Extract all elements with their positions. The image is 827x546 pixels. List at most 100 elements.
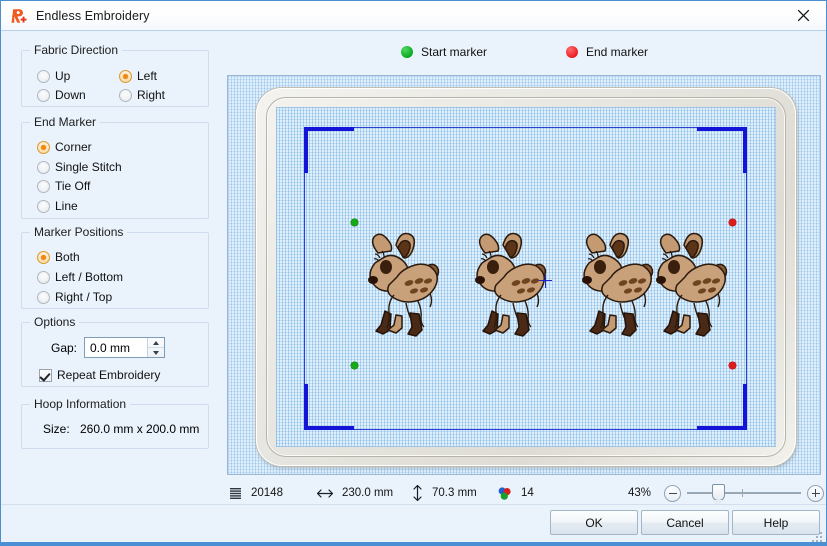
gap-increment-button[interactable] xyxy=(148,338,164,348)
radio-fabric-left[interactable]: Left xyxy=(119,69,157,83)
zoom-slider-track[interactable] xyxy=(687,484,801,506)
radio-indicator xyxy=(37,140,50,154)
end-marker-dot xyxy=(729,219,736,226)
zoom-slider-tick xyxy=(742,489,743,497)
radio-indicator xyxy=(37,270,50,284)
radio-endmarker-corner[interactable]: Corner xyxy=(37,140,92,154)
design-status-bar: 20148 230.0 mm 70.3 mm 14 43% xyxy=(227,479,824,507)
height-arrow-icon xyxy=(412,485,423,501)
radio-label: Line xyxy=(55,199,78,213)
checkbox-label: Repeat Embroidery xyxy=(57,368,161,382)
radio-indicator xyxy=(119,69,132,83)
radio-indicator xyxy=(119,88,132,102)
group-title-end-marker: End Marker xyxy=(30,115,101,129)
radio-indicator xyxy=(37,250,50,264)
radio-label: Up xyxy=(55,69,71,83)
color-count-icon xyxy=(497,486,512,501)
close-icon[interactable] xyxy=(781,1,826,30)
zoom-out-button[interactable] xyxy=(664,484,681,502)
stitch-count-icon xyxy=(229,487,242,500)
checkbox-indicator xyxy=(39,368,52,382)
radio-label: Left / Bottom xyxy=(55,270,124,284)
radio-markerpos-right-top[interactable]: Right / Top xyxy=(37,290,112,304)
radio-indicator xyxy=(37,69,50,83)
legend-start-marker: Start marker xyxy=(401,45,487,59)
radio-indicator xyxy=(37,160,50,174)
gap-label: Gap: xyxy=(51,341,78,355)
caret-down-icon xyxy=(153,350,159,355)
endless-embroidery-dialog: Endless Embroidery Fabric Direction Up L… xyxy=(0,0,827,546)
group-title-fabric-direction: Fabric Direction xyxy=(30,43,123,57)
embroidery-app-icon xyxy=(10,7,28,25)
group-title-hoop-information: Hoop Information xyxy=(30,397,131,411)
radio-label: Right / Top xyxy=(55,290,113,304)
start-marker-dot-icon xyxy=(401,46,413,58)
stat-stitch-count: 20148 xyxy=(229,487,283,500)
ok-button[interactable]: OK xyxy=(550,510,638,535)
radio-indicator xyxy=(37,199,50,213)
legend-label: End marker xyxy=(586,45,649,59)
radio-markerpos-left-bottom[interactable]: Left / Bottom xyxy=(37,270,123,284)
window-bottom-edge xyxy=(1,542,826,545)
radio-label: Single Stitch xyxy=(55,160,122,174)
help-button[interactable]: Help xyxy=(732,510,820,535)
fawn-motif xyxy=(368,232,440,337)
radio-label: Both xyxy=(55,250,80,264)
settings-sidebar: Fabric Direction Up Left Down Right End … xyxy=(1,31,223,516)
zoom-in-button[interactable] xyxy=(807,484,824,502)
design-preview-canvas[interactable] xyxy=(227,75,821,475)
radio-label: Down xyxy=(55,88,86,102)
end-marker-dot xyxy=(729,362,736,369)
radio-endmarker-line[interactable]: Line xyxy=(37,199,78,213)
group-title-options: Options xyxy=(30,315,80,329)
color-count-value: 14 xyxy=(521,487,534,499)
marker-legend: Start marker End marker xyxy=(223,31,826,73)
stitch-area xyxy=(276,107,776,447)
group-title-marker-positions: Marker Positions xyxy=(30,225,128,239)
radio-label: Corner xyxy=(55,140,92,154)
gap-stepper[interactable] xyxy=(84,337,165,358)
stat-height: 70.3 mm xyxy=(412,485,477,501)
radio-indicator xyxy=(37,179,50,193)
caret-up-icon xyxy=(153,340,159,345)
width-value: 230.0 mm xyxy=(342,487,394,499)
gap-decrement-button[interactable] xyxy=(148,348,164,357)
end-marker-dot-icon xyxy=(566,46,578,58)
fawn-motif xyxy=(656,232,728,337)
start-marker-dot xyxy=(351,362,358,369)
gap-spin-buttons xyxy=(147,338,164,357)
radio-fabric-up[interactable]: Up xyxy=(37,69,70,83)
radio-label: Tie Off xyxy=(55,179,91,193)
hoop-size-label: Size: xyxy=(43,422,70,436)
radio-endmarker-tie-off[interactable]: Tie Off xyxy=(37,179,90,193)
radio-indicator xyxy=(37,88,50,102)
start-marker-dot xyxy=(351,219,358,226)
radio-label: Right xyxy=(137,88,166,102)
stitch-count-value: 20148 xyxy=(251,487,283,499)
hoop-boundary-bottom xyxy=(304,429,747,430)
checkbox-repeat-embroidery[interactable]: Repeat Embroidery xyxy=(39,368,160,382)
height-value: 70.3 mm xyxy=(432,487,477,499)
legend-end-marker: End marker xyxy=(566,45,648,59)
zoom-control: 43% xyxy=(617,484,824,506)
hoop-size-value: 260.0 mm x 200.0 mm xyxy=(80,422,200,436)
width-arrow-icon xyxy=(317,488,333,499)
radio-fabric-right[interactable]: Right xyxy=(119,88,165,102)
dialog-button-bar: OK Cancel Help xyxy=(1,504,826,545)
radio-endmarker-single-stitch[interactable]: Single Stitch xyxy=(37,160,122,174)
stat-width: 230.0 mm xyxy=(317,487,393,499)
fawn-motif xyxy=(475,232,547,337)
window-title: Endless Embroidery xyxy=(36,8,150,23)
radio-markerpos-both[interactable]: Both xyxy=(37,250,80,264)
zoom-slider-thumb[interactable] xyxy=(712,484,725,506)
stat-color-count: 14 xyxy=(497,486,534,501)
title-bar: Endless Embroidery xyxy=(1,1,826,31)
hoop-boundary-top xyxy=(304,127,747,128)
radio-indicator xyxy=(37,290,50,304)
cancel-button[interactable]: Cancel xyxy=(641,510,729,535)
radio-fabric-down[interactable]: Down xyxy=(37,88,86,102)
gap-input[interactable] xyxy=(85,338,147,357)
legend-label: Start marker xyxy=(421,45,488,59)
radio-label: Left xyxy=(137,69,158,83)
zoom-level-value: 43% xyxy=(627,487,651,499)
